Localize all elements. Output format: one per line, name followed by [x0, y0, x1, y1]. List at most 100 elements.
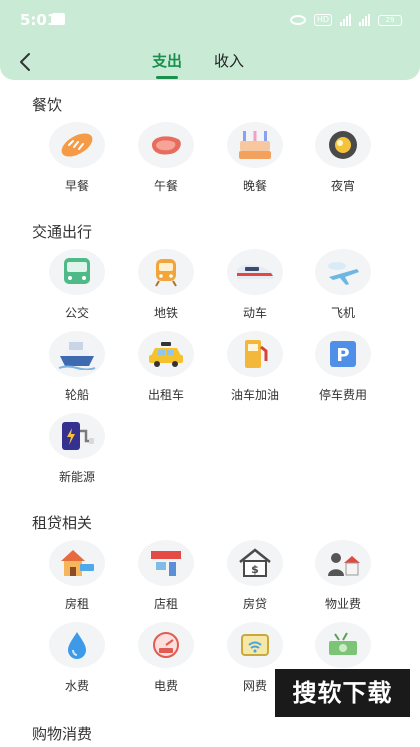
category-new-energy[interactable]: 新能源	[37, 413, 117, 485]
category-label: 水费	[64, 679, 89, 693]
icon-circle: P	[315, 331, 371, 377]
category-label: 地铁	[153, 306, 178, 320]
mortgage-house-icon: $	[239, 548, 271, 577]
category-bullet-train[interactable]: 动车	[215, 249, 295, 321]
category-label: 公交	[64, 306, 89, 320]
icon-circle	[315, 122, 371, 168]
water-drop-icon	[68, 632, 86, 659]
bus-icon	[64, 258, 90, 284]
tab-income[interactable]: 收入	[214, 50, 244, 79]
section-title-shopping: 购物消费	[32, 725, 93, 743]
category-label: 新能源	[58, 470, 95, 484]
money-icon	[329, 632, 357, 655]
category-airplane[interactable]: 飞机	[303, 249, 383, 321]
battery-icon: 29	[378, 14, 402, 26]
icon-circle	[227, 122, 283, 168]
section-title-transport: 交通出行	[32, 223, 93, 241]
category-label: 油车加油	[230, 388, 279, 402]
watermark-logo: 搜软下载	[275, 669, 410, 717]
airplane-icon	[328, 262, 359, 285]
hd-icon: HD	[313, 14, 332, 26]
icon-circle	[227, 622, 283, 668]
category-label: 晚餐	[242, 179, 267, 193]
category-night-snack[interactable]: 夜宵	[303, 122, 383, 194]
section-title-dining: 餐饮	[32, 96, 63, 114]
icon-circle	[49, 540, 105, 586]
category-label: 早餐	[64, 179, 89, 193]
night-snack-icon	[329, 131, 357, 159]
category-property-fee[interactable]: 物业费	[303, 540, 383, 612]
icon-circle	[227, 331, 283, 377]
svg-text:P: P	[336, 345, 349, 366]
category-label: 房贷	[242, 597, 267, 611]
bread-icon	[61, 133, 93, 157]
signal-icon	[340, 14, 351, 26]
icon-circle	[315, 540, 371, 586]
rent-house-icon	[61, 550, 94, 576]
category-label: 出租车	[147, 388, 184, 402]
icon-circle	[138, 122, 194, 168]
top-header: 5:01 HD 29 支出 收入	[0, 0, 420, 80]
icon-circle	[138, 622, 194, 668]
category-subway[interactable]: 地铁	[126, 249, 206, 321]
category-label: 夜宵	[330, 179, 355, 193]
notification-icon	[52, 13, 65, 25]
icon-circle	[138, 331, 194, 377]
icon-circle	[138, 249, 194, 295]
category-label: 物业费	[324, 597, 361, 611]
icon-circle	[315, 249, 371, 295]
category-label: 轮船	[64, 388, 89, 402]
section-title-rental: 租贷相关	[32, 514, 93, 532]
icon-circle: $	[227, 540, 283, 586]
category-bus[interactable]: 公交	[37, 249, 117, 321]
icon-circle	[49, 122, 105, 168]
category-label: 动车	[242, 306, 267, 320]
eye-icon	[289, 15, 306, 25]
icon-circle	[315, 622, 371, 668]
fuel-pump-icon	[245, 340, 268, 368]
svg-text:$: $	[251, 563, 259, 576]
category-taxi[interactable]: 出租车	[126, 331, 206, 403]
category-lunch[interactable]: 午餐	[126, 122, 206, 194]
status-icons: HD 29	[289, 12, 402, 28]
steak-icon	[152, 136, 181, 155]
icon-circle	[49, 622, 105, 668]
category-label: 店租	[153, 597, 178, 611]
category-fuel[interactable]: 油车加油	[215, 331, 295, 403]
ship-icon	[58, 342, 96, 370]
category-breakfast[interactable]: 早餐	[37, 122, 117, 194]
category-ship[interactable]: 轮船	[37, 331, 117, 403]
property-fee-icon	[328, 553, 360, 576]
icon-circle	[49, 331, 105, 377]
category-mortgage[interactable]: $ 房贷	[215, 540, 295, 612]
icon-circle	[49, 413, 105, 459]
category-label: 房租	[64, 597, 89, 611]
category-shop-rent[interactable]: 店租	[126, 540, 206, 612]
icon-circle	[138, 540, 194, 586]
category-label: 飞机	[330, 306, 355, 320]
category-water[interactable]: 水费	[37, 622, 117, 694]
category-rent[interactable]: 房租	[37, 540, 117, 612]
category-label: 午餐	[153, 179, 178, 193]
icon-circle	[227, 249, 283, 295]
back-arrow-icon[interactable]	[14, 50, 38, 74]
subway-icon	[155, 259, 177, 287]
tab-expense[interactable]: 支出	[152, 50, 182, 79]
type-tabs: 支出 收入	[152, 50, 244, 79]
category-parking[interactable]: P 停车费用	[303, 331, 383, 403]
shop-icon	[151, 551, 181, 576]
taxi-icon	[149, 342, 183, 367]
category-label: 电费	[153, 679, 178, 693]
status-bar: 5:01 HD 29	[0, 0, 420, 38]
category-electricity[interactable]: 电费	[126, 622, 206, 694]
category-label: 停车费用	[318, 388, 367, 402]
birthday-cake-icon	[239, 131, 271, 159]
wifi-router-icon	[241, 634, 269, 656]
ev-charging-icon	[62, 422, 94, 450]
signal-2-icon	[359, 14, 370, 26]
category-dinner[interactable]: 晚餐	[215, 122, 295, 194]
icon-circle	[49, 249, 105, 295]
electric-meter-icon	[153, 632, 179, 658]
parking-icon: P	[330, 341, 356, 367]
bullet-train-icon	[237, 264, 273, 279]
